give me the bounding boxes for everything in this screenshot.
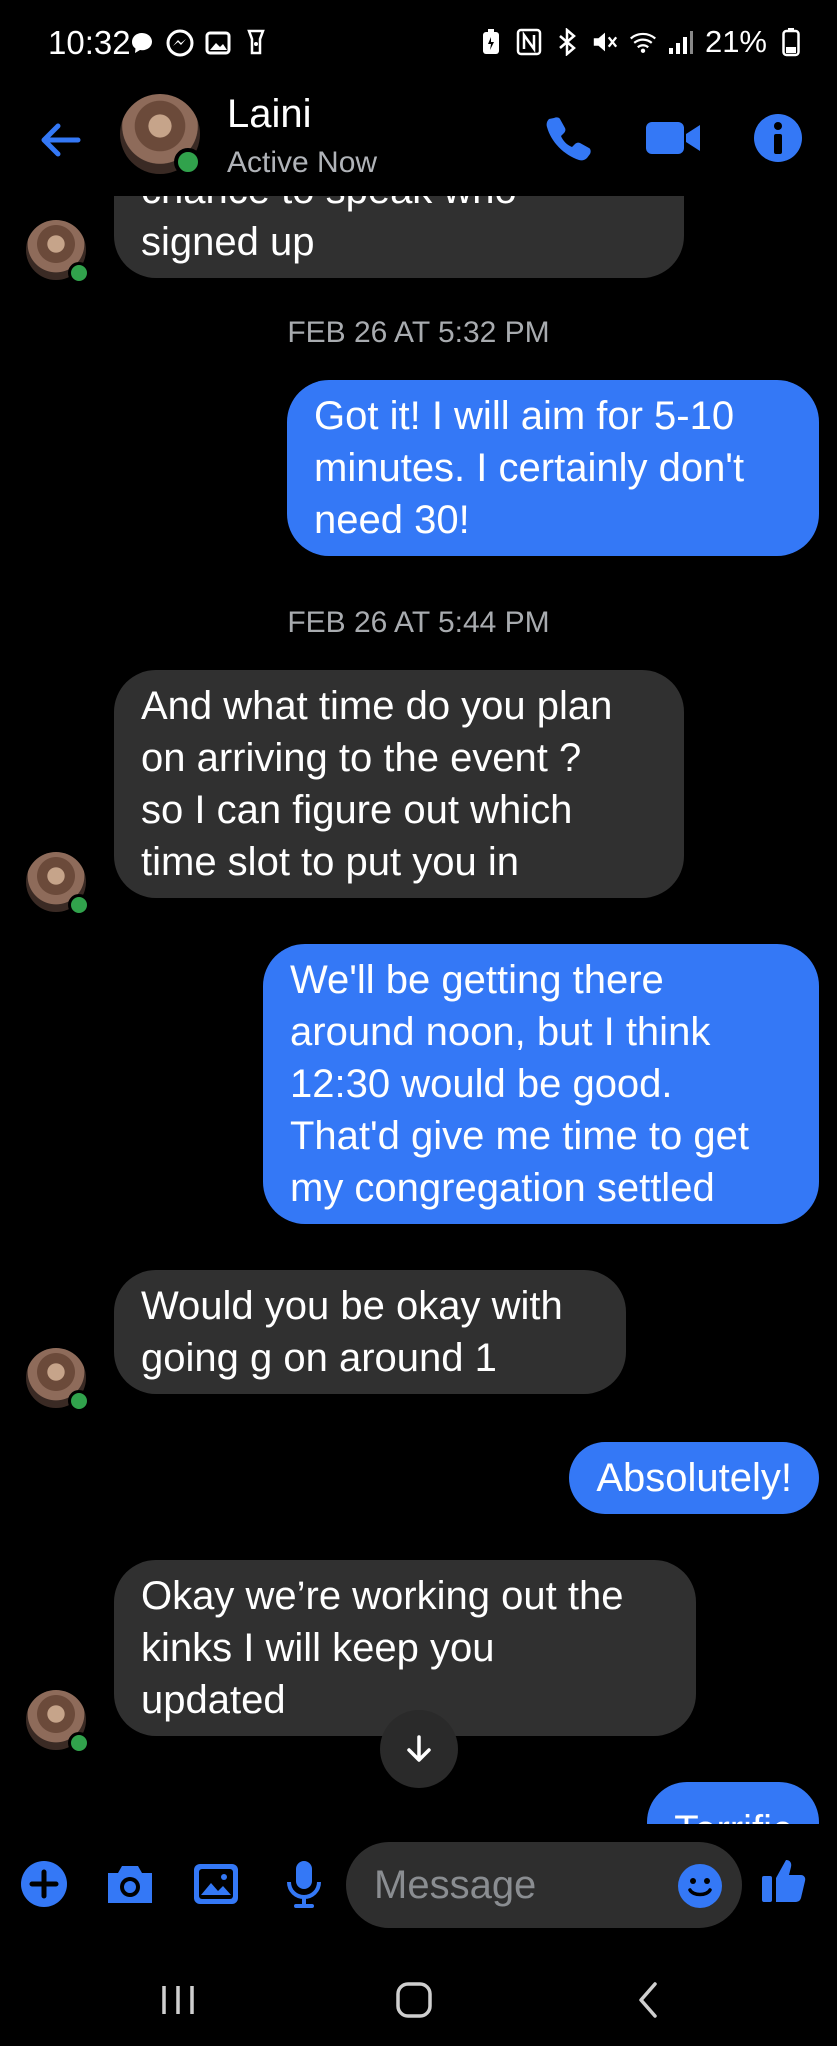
info-button[interactable] (750, 110, 806, 166)
gallery-icon (194, 1864, 238, 1904)
messenger-screen: 10:32 21% Laini Active Now signed up FEB… (0, 0, 837, 2046)
contact-avatar-small[interactable] (26, 852, 90, 916)
thumbs-up-button[interactable] (758, 1854, 814, 1910)
system-navigation-bar (0, 1950, 837, 2046)
message-line: on arriving to the event ? (141, 736, 582, 780)
message-line: Absolutely! (596, 1456, 792, 1500)
online-indicator (174, 148, 202, 176)
gallery-icon (204, 28, 232, 58)
recents-icon (162, 1986, 194, 2014)
contact-avatar-small[interactable] (26, 1348, 90, 1412)
thumbs-up-icon (762, 1860, 806, 1902)
online-indicator (68, 894, 90, 916)
contact-name[interactable]: Laini (227, 92, 312, 137)
message-line: time slot to put you in (141, 840, 519, 884)
message-line: Okay we’re working out the (141, 1574, 624, 1618)
back-button[interactable] (34, 112, 90, 168)
outgoing-message[interactable]: Absolutely! (569, 1442, 819, 1514)
incoming-message[interactable]: And what time do you plan on arriving to… (114, 670, 684, 898)
arrow-down-icon (407, 1735, 431, 1762)
back-icon (639, 1982, 657, 2018)
microphone-icon (287, 1861, 321, 1908)
message-line: Would you be okay with (141, 1284, 563, 1328)
message-line: kinks I will keep you (141, 1626, 495, 1670)
message-list[interactable]: chance to speak who signed up FEB 26 AT … (0, 196, 837, 1824)
nfc-icon (515, 27, 543, 57)
mute-icon (591, 27, 619, 57)
message-line: signed up (141, 220, 315, 264)
message-line: We'll be getting there (290, 958, 664, 1002)
message-line: need 30! (314, 498, 470, 542)
emoji-icon (678, 1864, 722, 1908)
wifi-icon (629, 27, 657, 57)
message-line: around noon, but I think (290, 1010, 711, 1054)
incoming-message[interactable]: Okay we’re working out the kinks I will … (114, 1560, 696, 1736)
contact-status: Active Now (227, 146, 378, 179)
message-line: Got it! I will aim for 5-10 (314, 394, 735, 438)
status-time: 10:32 (48, 24, 131, 61)
message-line: my congregation settled (290, 1166, 715, 1210)
status-system-icons: 21% (477, 24, 805, 60)
plus-icon (21, 1861, 67, 1907)
camera-icon (108, 1866, 152, 1903)
voice-clip-button[interactable] (276, 1856, 332, 1912)
emoji-button[interactable] (676, 1862, 724, 1910)
home-icon (396, 1982, 432, 2018)
video-call-button[interactable] (642, 110, 706, 166)
incoming-message[interactable]: chance to speak who signed up (114, 196, 684, 278)
info-icon (754, 114, 802, 162)
message-line: And what time do you plan (141, 684, 613, 728)
message-line: chance to speak who (141, 196, 657, 216)
recents-button[interactable] (148, 1970, 208, 2030)
video-camera-icon (646, 122, 700, 154)
status-notification-icons (128, 28, 270, 58)
back-nav-button[interactable] (618, 1970, 678, 2030)
online-indicator (68, 1390, 90, 1412)
message-timestamp: FEB 26 AT 5:32 PM (287, 316, 550, 349)
scroll-to-bottom-button[interactable] (380, 1710, 458, 1788)
home-button[interactable] (384, 1970, 444, 2030)
message-composer (0, 1824, 837, 1950)
outgoing-message[interactable]: We'll be getting there around noon, but … (263, 944, 819, 1224)
message-line: Terrific (674, 1804, 792, 1824)
message-line: going g on around 1 (141, 1336, 497, 1380)
messenger-icon (166, 28, 194, 58)
incoming-message[interactable]: Would you be okay with going g on around… (114, 1270, 626, 1394)
conversation-header: Laini Active Now (0, 88, 837, 196)
message-line: 12:30 would be good. (290, 1062, 673, 1106)
online-indicator (68, 262, 90, 284)
chat-bubble-icon (128, 28, 156, 58)
bluetooth-icon (553, 27, 581, 57)
more-actions-button[interactable] (16, 1856, 72, 1912)
outgoing-message[interactable]: Terrific (647, 1782, 819, 1824)
camera-button[interactable] (102, 1856, 158, 1912)
phone-icon (546, 117, 591, 161)
battery-percent: 21% (704, 24, 767, 59)
outgoing-message[interactable]: Got it! I will aim for 5-10 minutes. I c… (287, 380, 819, 556)
message-timestamp: FEB 26 AT 5:44 PM (287, 606, 550, 639)
voice-call-button[interactable] (540, 110, 596, 166)
online-indicator (68, 1732, 90, 1754)
battery-icon (777, 27, 805, 57)
contact-avatar-small[interactable] (26, 220, 90, 284)
contact-avatar-small[interactable] (26, 1690, 90, 1754)
message-line: minutes. I certainly don't (314, 446, 745, 490)
status-bar: 10:32 21% (0, 0, 837, 88)
battery-saver-icon (477, 27, 505, 57)
gallery-button[interactable] (188, 1856, 244, 1912)
message-line: so I can figure out which (141, 788, 573, 832)
flashlight-icon (242, 28, 270, 58)
message-line: That'd give me time to get (290, 1114, 749, 1158)
signal-icon (667, 27, 695, 57)
back-arrow-icon (41, 123, 81, 157)
